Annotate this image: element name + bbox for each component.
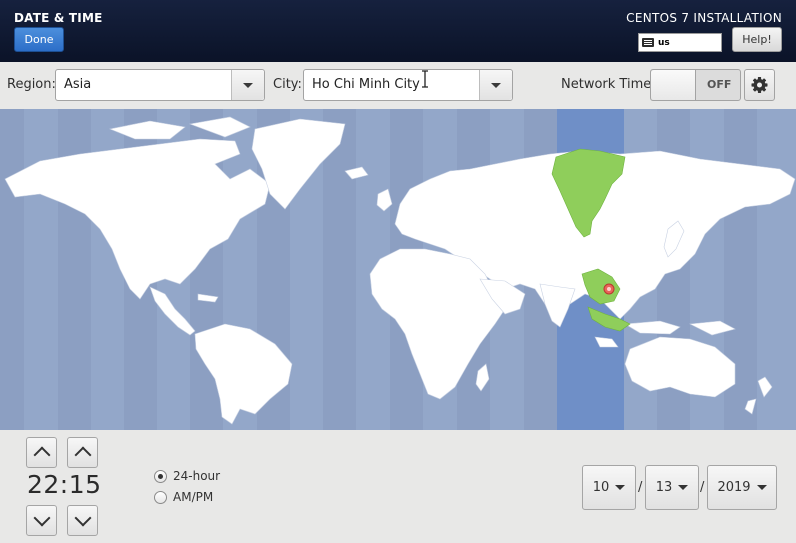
- region-value: Asia: [64, 77, 92, 92]
- city-value: Ho Chi Minh City: [312, 77, 420, 92]
- keyboard-layout-label: us: [658, 37, 670, 48]
- format-ampm-label: AM/PM: [173, 490, 214, 504]
- chevron-down-icon: [615, 485, 626, 490]
- day-dropdown[interactable]: 13: [645, 465, 699, 510]
- radio-selected[interactable]: [154, 469, 167, 483]
- chevron-down-icon: [74, 509, 92, 527]
- help-button[interactable]: Help!: [732, 27, 782, 52]
- format-ampm-option[interactable]: AM/PM: [154, 490, 213, 504]
- page-title: DATE & TIME: [14, 11, 103, 25]
- month-dropdown[interactable]: 10: [582, 465, 636, 510]
- chevron-up-icon: [74, 446, 92, 464]
- location-marker: [603, 283, 615, 295]
- keyboard-icon: [642, 38, 654, 47]
- radio-unselected[interactable]: [154, 490, 167, 504]
- chevron-down-icon: [33, 509, 51, 527]
- region-label: Region:: [7, 77, 56, 92]
- time-display: 22:15: [27, 470, 102, 499]
- region-combobox[interactable]: Asia: [55, 69, 265, 101]
- format-24-hour-label: 24-hour: [173, 469, 221, 483]
- gear-icon: [751, 77, 768, 93]
- year-dropdown[interactable]: 2019: [707, 465, 777, 510]
- city-combobox[interactable]: Ho Chi Minh City: [303, 69, 513, 101]
- minute-increment-button[interactable]: [67, 437, 98, 468]
- year-value: 2019: [717, 480, 751, 495]
- date-separator: /: [638, 480, 643, 495]
- city-label: City:: [273, 77, 302, 92]
- chevron-down-icon[interactable]: [231, 70, 264, 100]
- chevron-down-icon[interactable]: [479, 70, 512, 100]
- hour-decrement-button[interactable]: [26, 505, 57, 536]
- chevron-up-icon: [33, 446, 51, 464]
- date-separator: /: [700, 480, 705, 495]
- keyboard-layout-indicator[interactable]: us: [638, 33, 722, 52]
- text-cursor-icon: [422, 70, 428, 88]
- installation-title: CENTOS 7 INSTALLATION: [626, 11, 782, 25]
- header-bar: DATE & TIME Done CENTOS 7 INSTALLATION u…: [0, 0, 796, 62]
- chevron-down-icon: [756, 485, 767, 490]
- switch-knob[interactable]: [651, 70, 696, 100]
- timezone-map[interactable]: [0, 109, 796, 430]
- format-24-hour-option[interactable]: 24-hour: [154, 469, 220, 483]
- hour-increment-button[interactable]: [26, 437, 57, 468]
- done-button[interactable]: Done: [14, 27, 64, 52]
- month-value: 10: [592, 480, 610, 495]
- world-map[interactable]: [0, 109, 796, 430]
- network-time-label: Network Time: [561, 77, 652, 92]
- ntp-config-button[interactable]: [744, 69, 775, 101]
- minute-decrement-button[interactable]: [67, 505, 98, 536]
- network-time-switch[interactable]: OFF: [650, 69, 741, 101]
- network-time-state: OFF: [707, 78, 732, 91]
- timezone-toolbar: Region: Asia City: Ho Chi Minh City Netw…: [0, 62, 796, 109]
- chevron-down-icon: [678, 485, 689, 490]
- day-value: 13: [655, 480, 673, 495]
